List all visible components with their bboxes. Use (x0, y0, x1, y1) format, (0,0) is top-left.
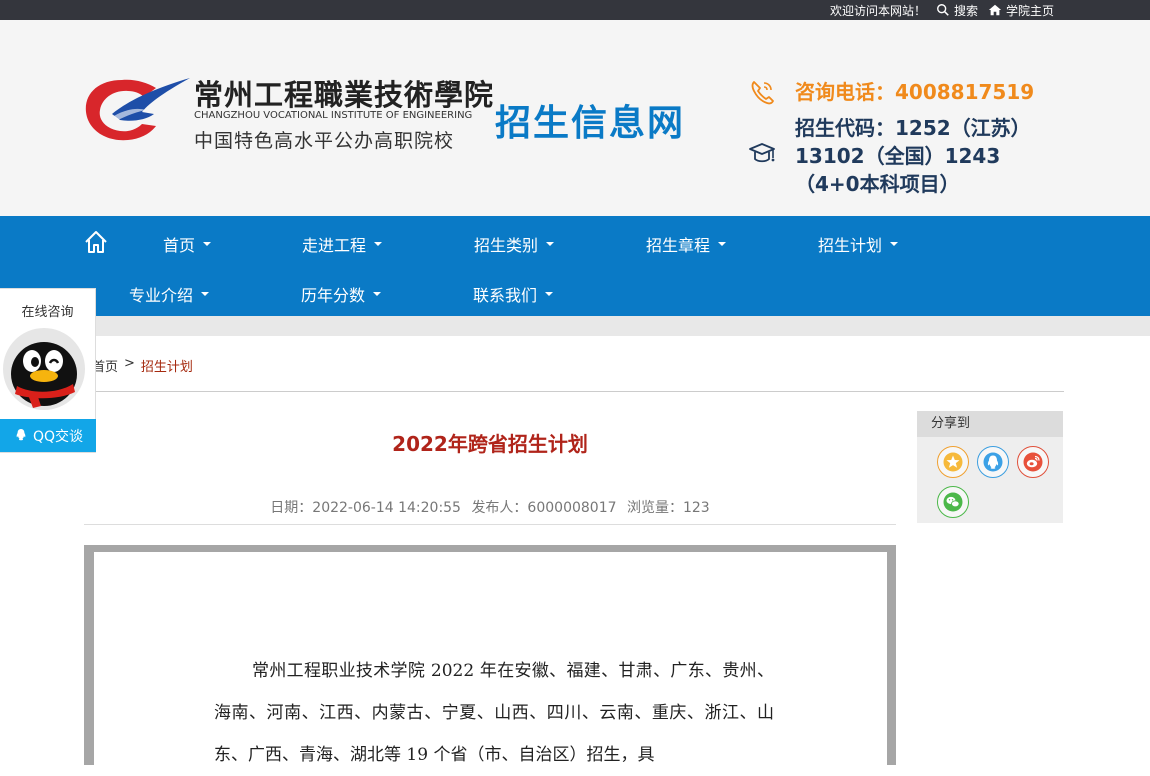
nav-item-label: 走进工程 (302, 236, 367, 255)
phone-row: 咨询电话：4008817519 (748, 78, 1048, 110)
phone-icon (751, 81, 774, 105)
view-count: 浏览量：123 (626, 500, 710, 516)
publisher: 发布人：6000008017 (471, 500, 617, 516)
nav-item-label: 首页 (163, 236, 196, 255)
share-weibo-button[interactable] (1017, 446, 1049, 478)
qq-small-icon (16, 428, 26, 440)
share-title: 分享到 (917, 411, 1063, 437)
chevron-down-icon (546, 242, 555, 246)
qq-penguin-icon (11, 342, 77, 408)
share-qq-button[interactable] (977, 446, 1009, 478)
nav-item-about[interactable]: 走进工程 (302, 232, 383, 256)
chevron-down-icon (718, 242, 727, 246)
qq-chat-label: QQ交谈 (32, 428, 84, 445)
logo-chinese-name: 常州工程職業技術學院 (194, 78, 495, 112)
contact-info: 咨询电话：4008817519 招生代码：1252（江苏）13102（全国）12… (748, 78, 1048, 198)
document-page: 常州工程职业技术学院 2022 年在安徽、福建、甘肃、广东、贵州、海南、河南、江… (94, 552, 887, 765)
site-title: 招生信息网 (495, 103, 686, 144)
nav-item-contact[interactable]: 联系我们 (473, 282, 554, 306)
share-wechat-button[interactable] (937, 486, 969, 518)
search-icon (937, 4, 949, 16)
publish-date: 日期：2022-06-14 14:20:55 (270, 500, 461, 516)
nav-item-majors[interactable]: 专业介绍 (129, 282, 210, 306)
favorite-icon (943, 452, 963, 472)
college-home-link[interactable]: 学院主页 (988, 2, 1054, 19)
nav-item-label: 招生章程 (646, 236, 711, 255)
nav-home-icon[interactable] (83, 229, 109, 255)
search-label: 搜索 (953, 3, 978, 18)
qq-penguin-avatar[interactable] (3, 328, 85, 410)
nav-item-label: 联系我们 (473, 286, 538, 305)
document-body: 常州工程职业技术学院 2022 年在安徽、福建、甘肃、广东、贵州、海南、河南、江… (214, 661, 774, 765)
nav-item-label: 历年分数 (301, 286, 366, 305)
college-home-label: 学院主页 (1005, 3, 1054, 18)
logo-slogan: 中国特色高水平公办高职院校 (194, 130, 455, 152)
divider-bar (0, 316, 1150, 336)
breadcrumb: 首页 > 招生计划 (84, 356, 1064, 392)
share-panel: 分享到 (917, 411, 1063, 523)
chevron-down-icon (373, 292, 382, 296)
nav-item-past-scores[interactable]: 历年分数 (301, 282, 382, 306)
article-title: 2022年跨省招生计划 (392, 432, 588, 456)
nav-item-admission-types[interactable]: 招生类别 (474, 232, 555, 256)
article-meta: 日期：2022-06-14 14:20:55 发布人：6000008017 浏览… (84, 497, 896, 525)
graduation-cap-icon (749, 143, 775, 163)
nav-item-admission-rules[interactable]: 招生章程 (646, 232, 727, 256)
breadcrumb-separator: > (124, 356, 135, 371)
nav-item-admission-plan[interactable]: 招生计划 (818, 232, 899, 256)
header: 常州工程職業技術學院 CHANGZHOU VOCATIONAL INSTITUT… (0, 20, 1150, 216)
phone-text: 咨询电话：4008817519 (795, 80, 1035, 104)
home-icon (988, 4, 1002, 16)
nav-item-home[interactable]: 首页 (163, 232, 212, 256)
top-bar: 欢迎访问本网站！ 搜索 学院主页 (0, 0, 1150, 20)
chevron-down-icon (545, 292, 554, 296)
qq-icon (983, 452, 1003, 472)
qq-chat-button[interactable]: QQ交谈 (0, 419, 96, 452)
nav-item-label: 招生类别 (474, 236, 539, 255)
online-consult-widget: 在线咨询 QQ交谈 (0, 288, 96, 453)
nav-item-label: 招生计划 (818, 236, 883, 255)
share-favorite-button[interactable] (937, 446, 969, 478)
logo-emblem-icon (85, 78, 190, 141)
welcome-text: 欢迎访问本网站！ (829, 3, 926, 18)
wechat-icon (943, 492, 963, 512)
main-nav: 首页 走进工程 招生类别 招生章程 招生计划 专业介绍 历年分数 联系我们 (0, 216, 1150, 316)
college-logo[interactable]: 常州工程職業技術學院 CHANGZHOU VOCATIONAL INSTITUT… (84, 72, 493, 152)
document-viewer[interactable]: 常州工程职业技术学院 2022 年在安徽、福建、甘肃、广东、贵州、海南、河南、江… (84, 545, 896, 765)
consult-title: 在线咨询 (21, 305, 74, 320)
nav-item-label: 专业介绍 (129, 286, 194, 305)
chevron-down-icon (203, 242, 212, 246)
chevron-down-icon (890, 242, 899, 246)
breadcrumb-current[interactable]: 招生计划 (141, 356, 193, 375)
weibo-icon (1023, 452, 1043, 472)
chevron-down-icon (201, 292, 210, 296)
search-link[interactable]: 搜索 (936, 2, 978, 19)
admission-code-row: 招生代码：1252（江苏）13102（全国）1243（4+0本科项目） (748, 114, 1048, 198)
logo-english-name: CHANGZHOU VOCATIONAL INSTITUTE OF ENGINE… (194, 110, 473, 121)
chevron-down-icon (374, 242, 383, 246)
admission-code-text: 招生代码：1252（江苏）13102（全国）1243（4+0本科项目） (795, 116, 1031, 196)
